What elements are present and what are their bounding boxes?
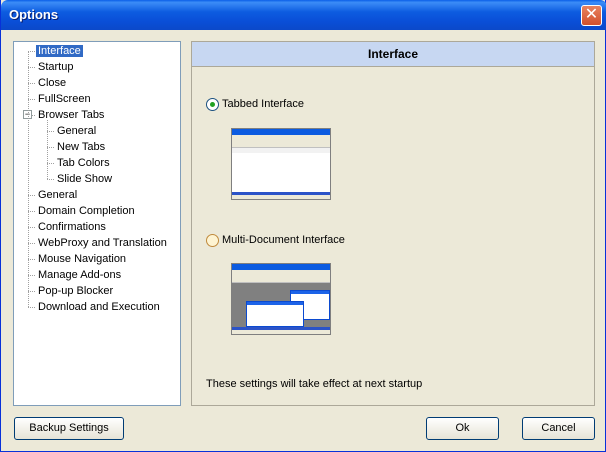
tabbed-interface-label: Tabbed Interface [222, 98, 304, 110]
mdi-preview [231, 263, 331, 335]
title-bar[interactable]: Options ✕ [1, 0, 606, 30]
tree-item-label: Pop-up Blocker [38, 285, 114, 297]
mdi-label: Multi-Document Interface [222, 234, 345, 246]
tree-item-label: General [57, 125, 97, 137]
options-category-tree[interactable]: Interface Startup Close FullScreen Browser T… [13, 41, 181, 406]
tree-item-label: Manage Add-ons [38, 269, 122, 281]
tabbed-interface-radio[interactable] [206, 97, 219, 111]
tree-item[interactable]: Confirmations [36, 220, 108, 234]
tree-item-label: Download and Execution [38, 301, 160, 313]
tree-item-label: FullScreen [38, 93, 91, 105]
tabbed-interface-preview [231, 128, 331, 200]
tree-item-label: Confirmations [38, 221, 106, 233]
restart-note: These settings will take effect at next … [206, 378, 423, 390]
tree-item-label: WebProxy and Translation [38, 237, 167, 249]
tree-item[interactable]: Tab Colors [55, 156, 112, 170]
tree-item[interactable]: Download and Execution [36, 300, 162, 314]
tree-item[interactable]: Mouse Navigation [36, 252, 128, 266]
tree-item-label: Tab Colors [57, 157, 110, 169]
tree-item-label: New Tabs [57, 141, 106, 153]
tree-item-label: Slide Show [57, 173, 113, 185]
tree-item-label: Mouse Navigation [38, 253, 127, 265]
options-dialog: Options ✕ Interface Startup Close FullScree… [0, 0, 606, 452]
tree-item[interactable]: FullScreen [36, 92, 93, 106]
tree-item-label: Domain Completion [38, 205, 135, 217]
tabbed-interface-option[interactable]: Tabbed Interface [206, 97, 304, 113]
tree-item[interactable]: Interface [36, 44, 83, 58]
tree-item-label: Startup [38, 61, 74, 73]
tree-item[interactable]: Close [36, 76, 68, 90]
tree-item[interactable]: Manage Add-ons [36, 268, 123, 282]
tree-item[interactable]: New Tabs [55, 140, 107, 154]
tree-item[interactable]: General [55, 124, 98, 138]
ok-button[interactable]: Ok [426, 417, 499, 440]
mdi-radio[interactable] [206, 233, 219, 247]
tree-item[interactable]: Domain Completion [36, 204, 137, 218]
backup-settings-button[interactable]: Backup Settings [14, 417, 124, 440]
close-button[interactable]: ✕ [581, 5, 602, 26]
close-icon: ✕ [584, 6, 599, 23]
tree-item[interactable]: General [36, 188, 79, 202]
tree-item-label: Interface [36, 45, 83, 57]
settings-panel: Interface Tabbed Interface Multi-Documen… [191, 41, 595, 406]
cancel-button[interactable]: Cancel [522, 417, 595, 440]
tree-item[interactable]: Slide Show [55, 172, 114, 186]
tree-item[interactable]: Pop-up Blocker [36, 284, 115, 298]
tree-item[interactable]: Startup [36, 60, 75, 74]
tree-item[interactable]: WebProxy and Translation [36, 236, 169, 250]
window-title: Options [9, 7, 59, 22]
panel-title: Interface [192, 42, 594, 67]
tree-item-label: General [38, 189, 78, 201]
mdi-option[interactable]: Multi-Document Interface [206, 233, 345, 249]
tree-item-label: Close [38, 77, 67, 89]
